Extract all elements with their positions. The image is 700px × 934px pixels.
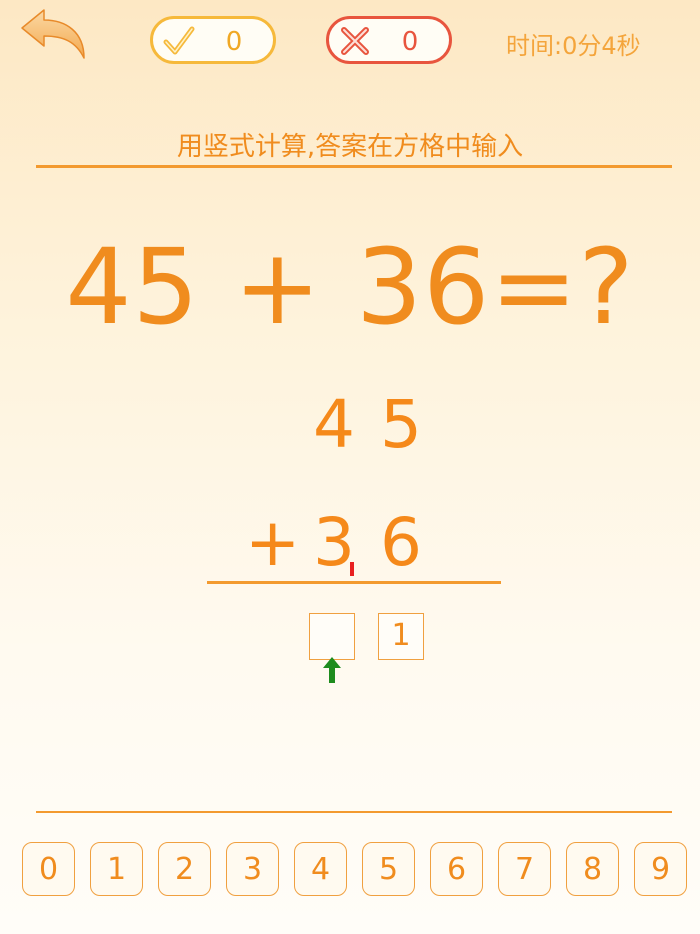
vertical-bottom-number: 3 6 — [313, 504, 424, 581]
wrong-counter: 0 — [326, 16, 452, 64]
checkmark-icon — [163, 26, 195, 55]
key-6[interactable]: 6 — [430, 842, 483, 896]
key-7[interactable]: 7 — [498, 842, 551, 896]
key-2[interactable]: 2 — [158, 842, 211, 896]
answer-box-ones[interactable]: 1 — [378, 613, 424, 660]
number-keypad: 0 1 2 3 4 5 6 7 8 9 — [22, 842, 687, 896]
back-arrow-icon — [21, 9, 85, 59]
key-8[interactable]: 8 — [566, 842, 619, 896]
top-divider — [36, 165, 672, 168]
key-1[interactable]: 1 — [90, 842, 143, 896]
key-9[interactable]: 9 — [634, 842, 687, 896]
carry-mark — [350, 562, 354, 576]
cross-icon — [341, 27, 369, 55]
up-arrow-icon — [323, 657, 341, 683]
bottom-divider — [36, 811, 672, 813]
correct-counter: 0 — [150, 16, 276, 64]
correct-count: 0 — [225, 27, 243, 57]
answer-box-tens[interactable] — [309, 613, 355, 660]
key-5[interactable]: 5 — [362, 842, 415, 896]
key-4[interactable]: 4 — [294, 842, 347, 896]
vertical-sum-line — [207, 581, 501, 584]
wrong-count: 0 — [401, 27, 419, 57]
instruction-text: 用竖式计算,答案在方格中输入 — [176, 132, 524, 162]
vertical-top-number: 4 5 — [313, 386, 424, 463]
timer: 时间:0分4秒 — [506, 32, 641, 60]
vertical-operator: + — [245, 504, 303, 581]
equation: 45 + 36=? — [65, 226, 635, 348]
key-3[interactable]: 3 — [226, 842, 279, 896]
key-0[interactable]: 0 — [22, 842, 75, 896]
back-button[interactable] — [18, 6, 88, 64]
